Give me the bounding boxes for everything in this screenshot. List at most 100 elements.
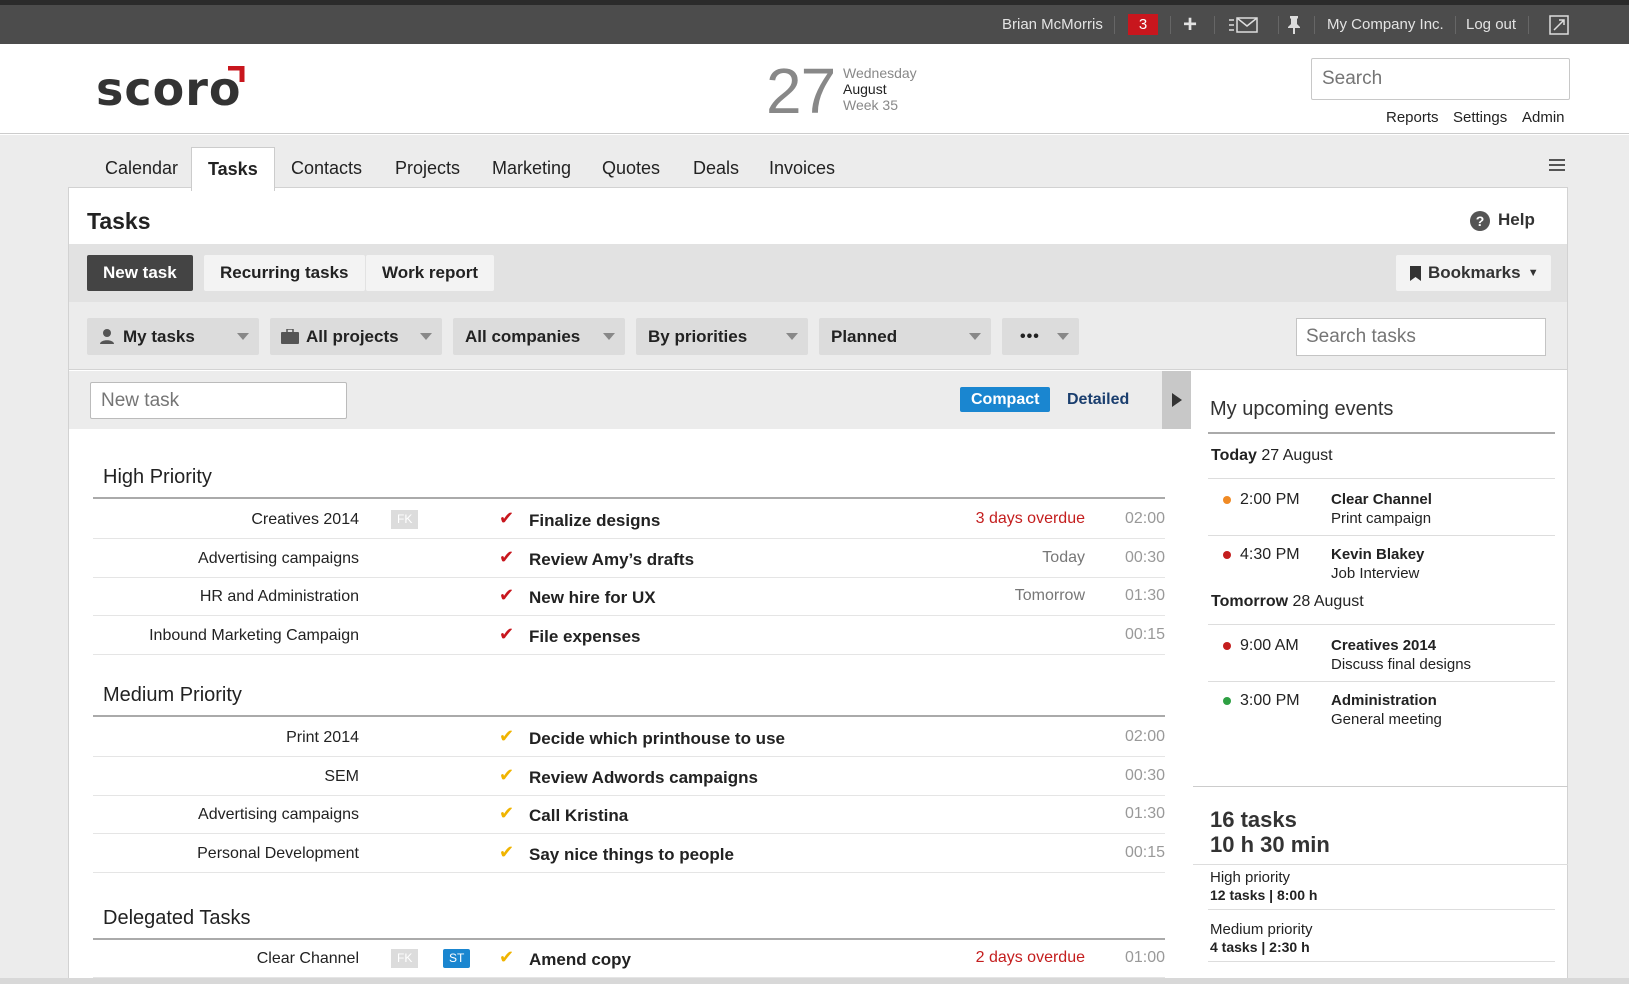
event-title[interactable]: Creatives 2014: [1331, 637, 1436, 654]
filter-label: Planned: [831, 327, 898, 346]
filter-label: By priorities: [648, 327, 748, 346]
help-link[interactable]: Help: [1498, 210, 1535, 230]
filter-all-projects[interactable]: All projects: [270, 318, 442, 355]
tab-deals[interactable]: Deals: [676, 147, 756, 189]
task-name[interactable]: Amend copy: [529, 950, 631, 970]
task-project[interactable]: SEM: [324, 768, 359, 786]
tab-projects[interactable]: Projects: [378, 147, 477, 189]
filter-planned[interactable]: Planned: [819, 318, 991, 355]
global-search-input[interactable]: [1311, 58, 1570, 100]
new-task-button[interactable]: New task: [87, 255, 193, 291]
mail-icon[interactable]: [1228, 5, 1258, 44]
event-title[interactable]: Kevin Blakey: [1331, 546, 1424, 563]
filter-by-priorities[interactable]: By priorities: [636, 318, 808, 355]
event-time: 9:00 AM: [1240, 637, 1299, 654]
filter-all-companies[interactable]: All companies: [453, 318, 625, 355]
check-icon[interactable]: ✔: [499, 803, 514, 824]
divider: [1208, 681, 1555, 682]
recurring-tasks-button[interactable]: Recurring tasks: [204, 255, 365, 291]
check-icon[interactable]: ✔: [499, 585, 514, 606]
tab-marketing[interactable]: Marketing: [475, 147, 588, 189]
work-report-button[interactable]: Work report: [366, 255, 495, 291]
pin-icon[interactable]: [1286, 5, 1302, 44]
check-icon[interactable]: ✔: [499, 765, 514, 786]
expand-icon[interactable]: [1549, 5, 1569, 44]
plus-icon[interactable]: +: [1183, 5, 1197, 44]
task-project[interactable]: Advertising campaigns: [198, 550, 359, 568]
summary-medium-label: Medium priority: [1210, 921, 1313, 938]
summary-tasks: 16 tasks: [1210, 807, 1297, 832]
event-title[interactable]: Clear Channel: [1331, 491, 1432, 508]
filter-label: My tasks: [123, 327, 195, 346]
task-project[interactable]: Advertising campaigns: [198, 806, 359, 824]
task-project[interactable]: Personal Development: [197, 845, 359, 863]
check-icon[interactable]: ✔: [499, 726, 514, 747]
search-tasks-input[interactable]: [1296, 318, 1546, 356]
task-project[interactable]: Clear Channel: [257, 950, 359, 968]
new-task-input[interactable]: [90, 382, 347, 419]
task-row[interactable]: SEM ✔ Review Adwords campaigns 00:30: [93, 758, 1165, 796]
collapse-sidebar-button[interactable]: [1162, 371, 1191, 429]
event-time: 3:00 PM: [1240, 692, 1300, 709]
check-icon[interactable]: ✔: [499, 547, 514, 568]
task-name[interactable]: Review Adwords campaigns: [529, 768, 758, 788]
view-compact-button[interactable]: Compact: [960, 387, 1051, 412]
task-row[interactable]: Creatives 2014 FK ✔ Finalize designs 3 days …: [93, 501, 1165, 539]
group-heading: Delegated Tasks: [103, 907, 251, 929]
window-bottom-edge: [0, 978, 1629, 984]
reports-link[interactable]: Reports: [1386, 109, 1439, 126]
task-name[interactable]: Review Amy’s drafts: [529, 550, 694, 570]
logout-link[interactable]: Log out: [1466, 5, 1516, 44]
company-name[interactable]: My Company Inc.: [1327, 5, 1444, 44]
filter-label: All companies: [465, 327, 581, 346]
event-time: 4:30 PM: [1240, 546, 1300, 563]
filter-my-tasks[interactable]: My tasks: [87, 318, 259, 355]
menu-icon[interactable]: [1549, 159, 1565, 171]
user-name[interactable]: Brian McMorris: [1002, 5, 1103, 44]
task-project[interactable]: Inbound Marketing Campaign: [149, 627, 359, 645]
check-icon[interactable]: ✔: [499, 624, 514, 645]
task-row[interactable]: Advertising campaigns ✔ Review Amy’s draft…: [93, 540, 1165, 578]
task-duration: 01:30: [1124, 805, 1165, 822]
tab-invoices[interactable]: Invoices: [752, 147, 852, 189]
date-month: August: [843, 81, 887, 97]
task-name[interactable]: New hire for UX: [529, 588, 656, 608]
tab-calendar[interactable]: Calendar: [88, 147, 195, 189]
notifications-badge[interactable]: 3: [1128, 14, 1158, 35]
task-name[interactable]: Finalize designs: [529, 511, 660, 531]
task-project[interactable]: HR and Administration: [200, 588, 359, 606]
event-title[interactable]: Administration: [1331, 692, 1437, 709]
filter-more[interactable]: •••: [1002, 318, 1079, 355]
check-icon[interactable]: ✔: [499, 947, 514, 968]
task-row[interactable]: HR and Administration ✔ New hire for UX Tom…: [93, 578, 1165, 616]
task-name[interactable]: Decide which printhouse to use: [529, 729, 785, 749]
task-project[interactable]: Print 2014: [286, 729, 359, 747]
task-row[interactable]: Personal Development ✔ Say nice things to …: [93, 835, 1165, 873]
task-duration: 01:00: [1124, 949, 1165, 966]
divider: [1314, 16, 1315, 34]
scoro-logo[interactable]: scoro: [96, 62, 242, 116]
task-name[interactable]: Say nice things to people: [529, 845, 734, 865]
check-icon[interactable]: ✔: [499, 842, 514, 863]
task-project[interactable]: Creatives 2014: [251, 511, 359, 529]
assignee-tag[interactable]: FK: [391, 510, 419, 529]
top-bar: Brian McMorris 3 + My Company Inc. Log o…: [0, 0, 1629, 44]
divider: [1208, 909, 1555, 910]
task-row[interactable]: Advertising campaigns ✔ Call Kristina 01:30: [93, 796, 1165, 834]
assignee-tag[interactable]: ST: [443, 949, 471, 968]
view-detailed-button[interactable]: Detailed: [1067, 387, 1129, 412]
bookmarks-button[interactable]: Bookmarks ▼: [1396, 255, 1551, 291]
assignee-tag[interactable]: FK: [391, 949, 419, 968]
check-icon[interactable]: ✔: [499, 508, 514, 529]
tab-tasks[interactable]: Tasks: [191, 147, 275, 191]
task-name[interactable]: File expenses: [529, 627, 641, 647]
tab-quotes[interactable]: Quotes: [585, 147, 677, 189]
task-row[interactable]: Clear Channel FK ST ✔ Amend copy 2 days overd…: [93, 940, 1165, 978]
settings-link[interactable]: Settings: [1453, 109, 1507, 126]
tab-contacts[interactable]: Contacts: [274, 147, 379, 189]
task-row[interactable]: Inbound Marketing Campaign ✔ File expenses…: [93, 617, 1165, 655]
help-icon[interactable]: ?: [1470, 211, 1490, 231]
task-name[interactable]: Call Kristina: [529, 806, 628, 826]
task-row[interactable]: Print 2014 ✔ Decide which printhouse to us…: [93, 719, 1165, 757]
admin-link[interactable]: Admin: [1522, 109, 1565, 126]
